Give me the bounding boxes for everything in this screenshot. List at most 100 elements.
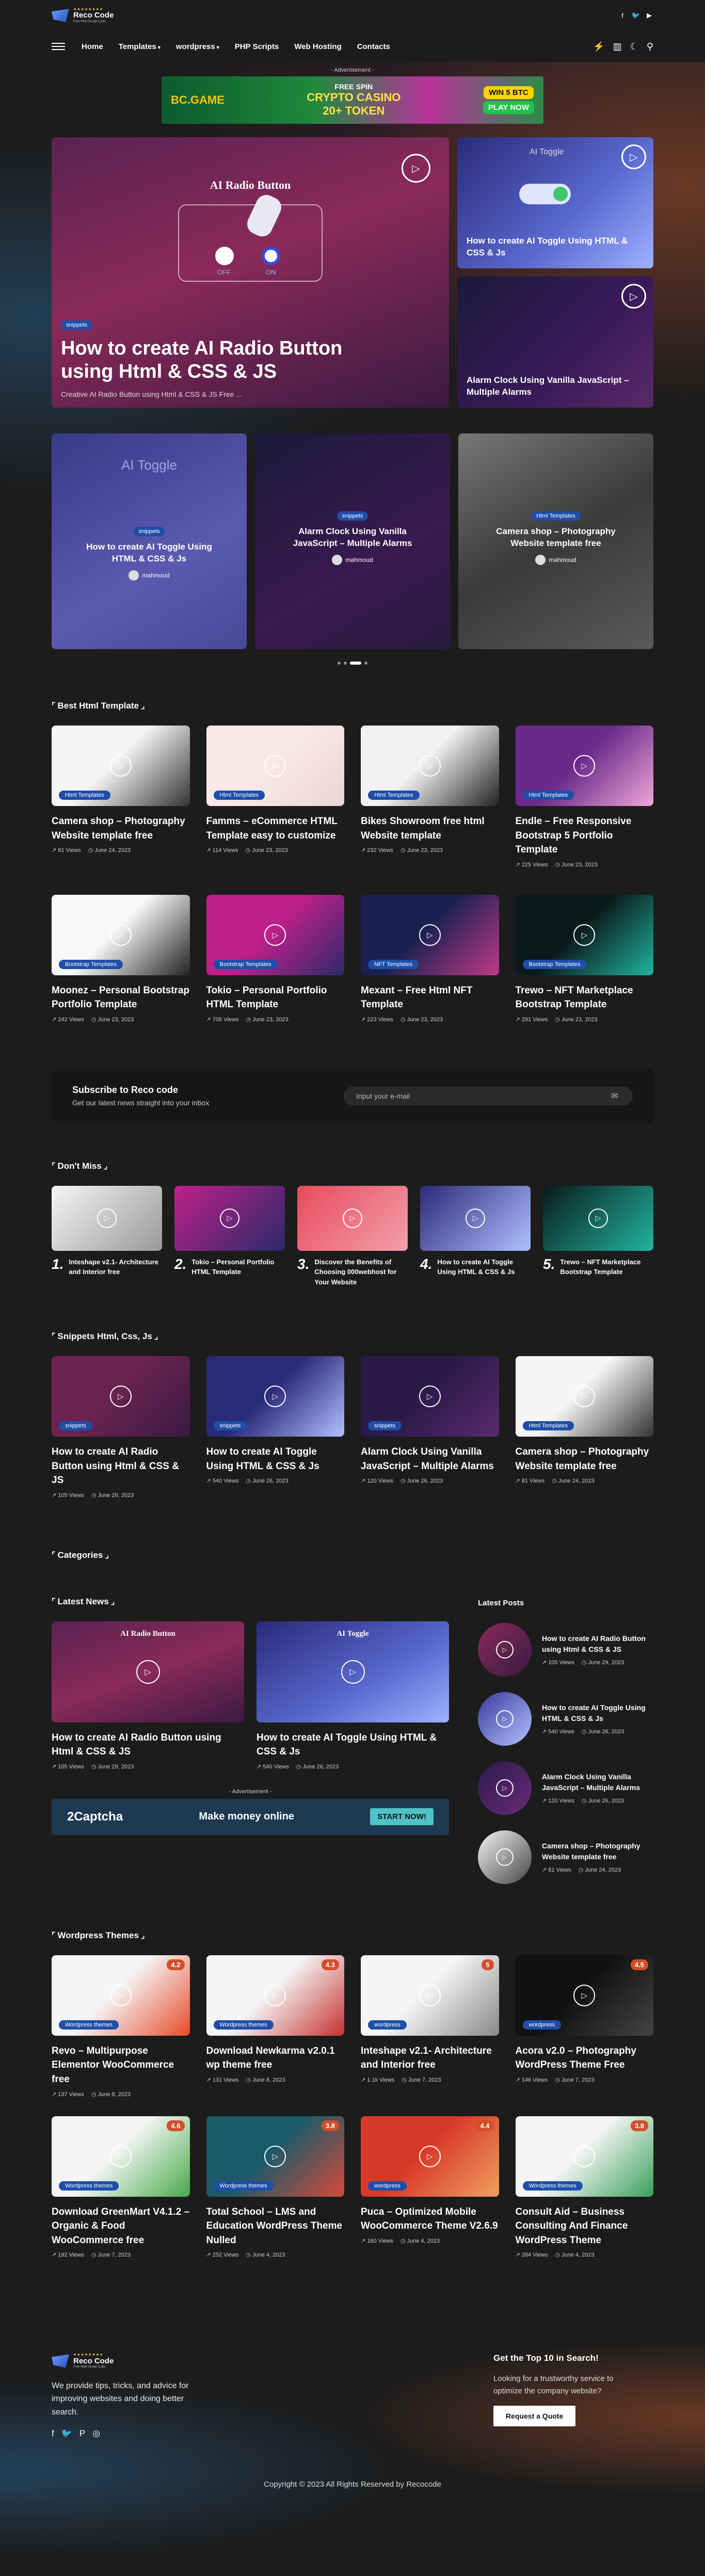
post-thumbnail[interactable]: ▷ snippets <box>361 1356 499 1437</box>
play-icon[interactable]: ▷ <box>419 755 441 777</box>
play-icon[interactable]: ▷ <box>588 1208 608 1228</box>
slider-dot[interactable] <box>344 662 347 665</box>
youtube-icon[interactable]: ▶ <box>645 11 653 20</box>
post-card[interactable]: ▷ Html Templates Famms – eCommerce HTML Te… <box>206 726 344 868</box>
nav-item-templates[interactable]: Templates ▾ <box>119 42 161 51</box>
post-title[interactable]: Tokio – Personal Portfolio HTML Template <box>191 1257 285 1277</box>
twitter-icon[interactable]: 🐦 <box>61 2428 72 2439</box>
category-tag[interactable]: Html Templates <box>213 791 265 800</box>
post-title[interactable]: Revo – Multipurpose Elementor WooCommerc… <box>52 2044 190 2087</box>
post-title[interactable]: Trewo – NFT Marketplace Bootstrap Templa… <box>560 1257 653 1277</box>
post-thumbnail[interactable]: ▷ 3.8 Wordpress themes <box>515 2116 653 2197</box>
post-card[interactable]: ▷ Html Templates Endle – Free Responsive B… <box>515 726 653 868</box>
nav-item-php-scripts[interactable]: PHP Scripts <box>235 42 279 51</box>
post-thumbnail[interactable]: ▷ <box>52 1185 162 1251</box>
card-badge[interactable]: Html Templates <box>531 511 581 521</box>
post-card[interactable]: ▷ snippets Alarm Clock Using Vanilla JavaS… <box>361 1356 499 1499</box>
nav-item-wordpress[interactable]: wordpress ▾ <box>176 42 219 51</box>
post-title[interactable]: Download GreenMart V4.1.2 – Organic & Fo… <box>52 2205 190 2248</box>
email-field[interactable]: Input your e-mail <box>356 1092 410 1100</box>
play-icon[interactable]: ▷ <box>402 154 430 183</box>
post-card[interactable]: ▷ snippets How to create AI Radio Button u… <box>52 1356 190 1499</box>
post-title[interactable]: How to create AI Radio Button using Html… <box>52 1731 244 1759</box>
slider-card[interactable]: AI Toggle snippets How to create AI Togg… <box>52 433 247 649</box>
play-icon[interactable]: ▷ <box>264 924 286 946</box>
nav-item-contacts[interactable]: Contacts <box>357 42 390 51</box>
ad-win-button[interactable]: WIN 5 BTC <box>484 86 534 99</box>
post-title[interactable]: Consult Aid – Business Consulting And Fi… <box>516 2205 654 2248</box>
hero-badge[interactable]: snippets <box>61 320 92 330</box>
flash-icon[interactable]: ⚡ <box>593 41 604 52</box>
post-card[interactable]: ▷ 4.3 Wordpress themes Download Newkarma v2… <box>206 1955 344 2098</box>
play-icon[interactable]: ▷ <box>341 1660 365 1684</box>
post-card[interactable]: ▷ 4.4 wordpress Puca – Optimized Mobile Woo… <box>361 2116 499 2259</box>
post-title[interactable]: How to create AI Toggle Using HTML & CSS… <box>437 1257 531 1277</box>
post-thumbnail[interactable]: ▷ Bootstrap Templates <box>52 894 190 975</box>
post-title[interactable]: Camera shop – Photography Website templa… <box>52 814 190 843</box>
category-tag[interactable]: Wordpress themes <box>59 2020 119 2030</box>
hero-title[interactable]: How to create AI Radio Button using Html… <box>61 337 391 384</box>
slider-card[interactable]: Html Templates Camera shop – Photography… <box>458 433 653 649</box>
play-icon[interactable]: ▷ <box>109 924 132 946</box>
post-title[interactable]: How to create AI Toggle Using HTML & CSS… <box>206 1445 345 1473</box>
post-thumbnail[interactable]: ▷ 5 wordpress <box>361 1955 499 2036</box>
post-title[interactable]: Puca – Optimized Mobile WooCommerce Them… <box>361 2205 499 2233</box>
post-thumbnail[interactable]: ▷ 3.8 Wordpress themes <box>206 2116 344 2197</box>
post-thumbnail[interactable]: ▷ Html Templates <box>361 726 499 806</box>
play-icon[interactable]: ▷ <box>264 2145 286 2167</box>
play-icon[interactable]: ▷ <box>109 1984 132 2006</box>
card-title[interactable]: Camera shop – Photography Website templa… <box>489 526 623 550</box>
category-tag[interactable]: wordpress <box>522 2020 562 2030</box>
slider-dot-active[interactable] <box>350 662 361 665</box>
category-tag[interactable]: Html Templates <box>368 791 420 800</box>
post-card[interactable]: ▷ NFT Templates Mexant – Free Html NFT Tem… <box>361 894 499 1023</box>
play-icon[interactable]: ▷ <box>97 1208 117 1228</box>
post-card[interactable]: ▷ Bootstrap Templates Tokio – Personal Por… <box>206 894 344 1023</box>
post-thumbnail[interactable]: AI Toggle ▷ <box>257 1621 449 1722</box>
play-icon[interactable]: ▷ <box>419 924 441 946</box>
post-title[interactable]: Alarm Clock Using Vanilla JavaScript – M… <box>361 1445 499 1473</box>
latest-post-item[interactable]: ▷ Alarm Clock Using Vanilla JavaScript – … <box>478 1761 653 1815</box>
request-quote-button[interactable]: Request a Quote <box>493 2406 576 2426</box>
post-card[interactable]: ▷ 4.5 wordpress Acora v2.0 – Photography Wo… <box>515 1955 654 2098</box>
card-badge[interactable]: snippets <box>133 527 165 536</box>
layout-icon[interactable]: ▥ <box>613 41 622 52</box>
post-thumbnail[interactable]: ▷ NFT Templates <box>361 894 499 975</box>
post-thumbnail[interactable]: ▷ 4.6 Wordpress themes <box>52 2116 190 2197</box>
play-icon[interactable]: ▷ <box>419 1386 441 1408</box>
category-tag[interactable]: Html Templates <box>59 791 110 800</box>
post-thumbnail[interactable]: ▷ <box>478 1622 532 1677</box>
category-tag[interactable]: NFT Templates <box>368 959 419 969</box>
instagram-icon[interactable]: ◎ <box>92 2428 100 2439</box>
post-thumbnail[interactable]: ▷ <box>478 1830 532 1884</box>
post-thumbnail[interactable]: ▷ <box>478 1692 532 1746</box>
search-icon[interactable]: ⚲ <box>647 41 653 52</box>
category-tag[interactable]: snippets <box>59 1421 92 1431</box>
footer-logo[interactable]: ★★★★★★★★ Reco Code Free Web Design Code <box>52 2353 196 2369</box>
post-title[interactable]: Total School – LMS and Education WordPre… <box>206 2205 345 2248</box>
post-title[interactable]: How to create AI Toggle Using HTML & CSS… <box>542 1702 653 1724</box>
category-tag[interactable]: Wordpress themes <box>522 2181 583 2191</box>
play-icon[interactable]: ▷ <box>109 755 132 777</box>
play-icon[interactable]: ▷ <box>419 1984 441 2006</box>
news-card[interactable]: AI Toggle ▷ How to create AI Toggle Using … <box>257 1621 449 1770</box>
post-title[interactable]: Acora v2.0 – Photography WordPress Theme… <box>516 2044 654 2072</box>
play-icon[interactable]: ▷ <box>496 1710 514 1728</box>
category-tag[interactable]: Html Templates <box>522 1421 574 1431</box>
post-title[interactable]: How to create AI Radio Button using Html… <box>52 1445 190 1488</box>
category-tag[interactable]: Bootstrap Templates <box>59 959 123 969</box>
post-thumbnail[interactable]: ▷ 4.4 wordpress <box>361 2116 499 2197</box>
hero-side-card[interactable]: ▷ Alarm Clock Using Vanilla JavaScript –… <box>457 277 653 408</box>
post-title[interactable]: Bikes Showroom free html Website templat… <box>361 814 499 843</box>
send-icon[interactable]: ✉ <box>597 1086 633 1105</box>
category-tag[interactable]: wordpress <box>368 2020 407 2030</box>
play-icon[interactable]: ▷ <box>466 1208 485 1228</box>
latest-post-item[interactable]: ▷ How to create AI Radio Button using Htm… <box>478 1622 653 1677</box>
play-icon[interactable]: ▷ <box>621 144 646 169</box>
side-title[interactable]: How to create AI Toggle Using HTML & CSS… <box>467 235 644 259</box>
captcha-ad[interactable]: 2Captcha Make money online START NOW! <box>52 1798 449 1835</box>
post-thumbnail[interactable]: ▷ Html Templates <box>515 726 653 806</box>
post-thumbnail[interactable]: ▷ Html Templates <box>515 1356 653 1437</box>
nav-item-home[interactable]: Home <box>82 42 103 51</box>
ad-play-button[interactable]: PLAY NOW <box>483 101 534 114</box>
